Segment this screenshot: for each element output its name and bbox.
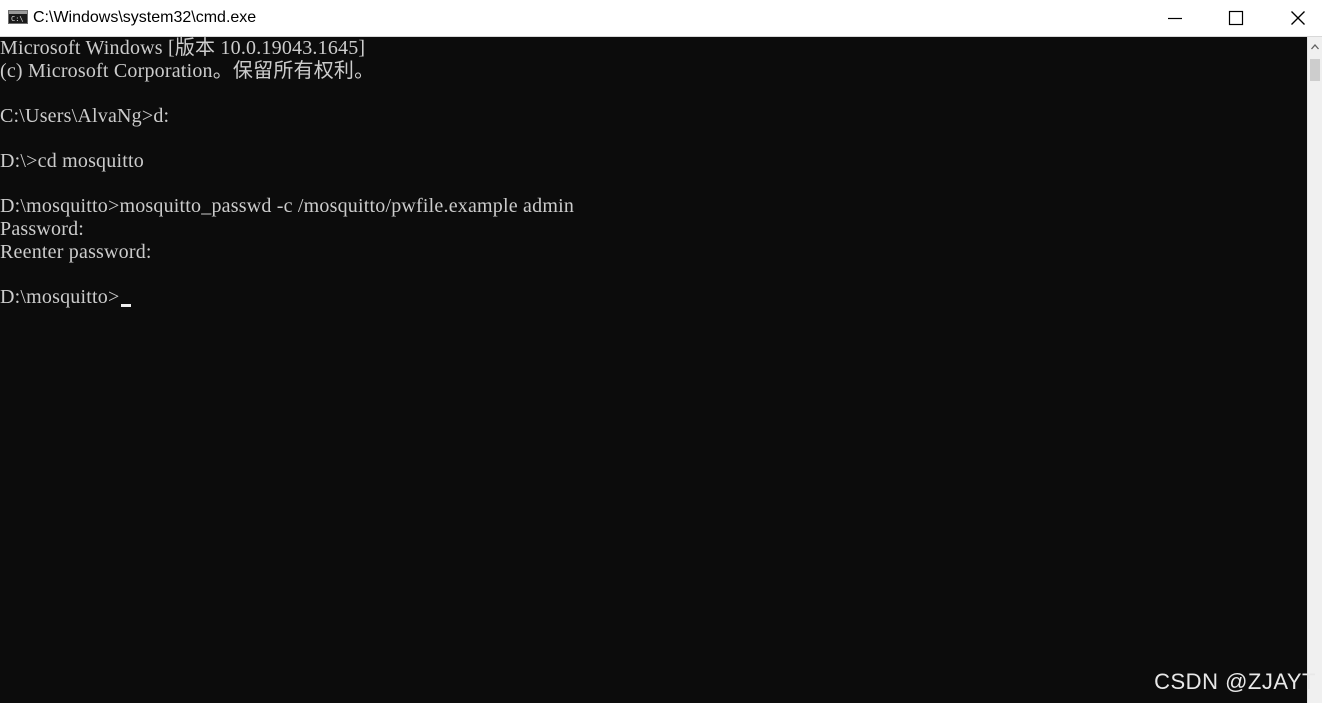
close-button[interactable]: [1267, 0, 1322, 36]
window-title: C:\Windows\system32\cmd.exe: [33, 9, 257, 26]
cmd-icon-bar: [9, 11, 27, 14]
maximize-button[interactable]: [1204, 0, 1266, 36]
scroll-thumb[interactable]: [1310, 59, 1320, 81]
title-bar[interactable]: C:\ C:\Windows\system32\cmd.exe: [0, 0, 1322, 37]
minimize-button[interactable]: [1144, 0, 1206, 36]
prompt-line[interactable]: D:\mosquitto>: [0, 286, 132, 308]
cmd-icon-prompt: C:\: [11, 15, 24, 23]
console-line: D:\>cd mosquitto: [0, 150, 144, 172]
close-icon: [1291, 11, 1305, 25]
vertical-scrollbar[interactable]: [1307, 37, 1322, 703]
console-line: Reenter password:: [0, 241, 152, 263]
text-cursor: [121, 304, 132, 307]
console-line: Microsoft Windows [版本 10.0.19043.1645]: [0, 37, 366, 59]
console-line: C:\Users\AlvaNg>d:: [0, 105, 170, 127]
cmd-icon[interactable]: C:\: [8, 10, 28, 24]
maximize-icon: [1228, 10, 1244, 26]
console-output[interactable]: Microsoft Windows [版本 10.0.19043.1645] (…: [0, 37, 1307, 703]
watermark: CSDN @ZJAYT: [1154, 669, 1316, 694]
console-line: (c) Microsoft Corporation。保留所有权利。: [0, 60, 375, 82]
scroll-up-button[interactable]: [1308, 37, 1322, 57]
current-prompt: D:\mosquitto>: [0, 286, 120, 308]
console-line: D:\mosquitto>mosquitto_passwd -c /mosqui…: [0, 195, 575, 217]
cmd-window: C:\ C:\Windows\system32\cmd.exe Microsof…: [0, 0, 1322, 703]
console-line: Password:: [0, 218, 85, 240]
minimize-icon: [1168, 17, 1182, 20]
chevron-up-icon: [1311, 44, 1319, 50]
